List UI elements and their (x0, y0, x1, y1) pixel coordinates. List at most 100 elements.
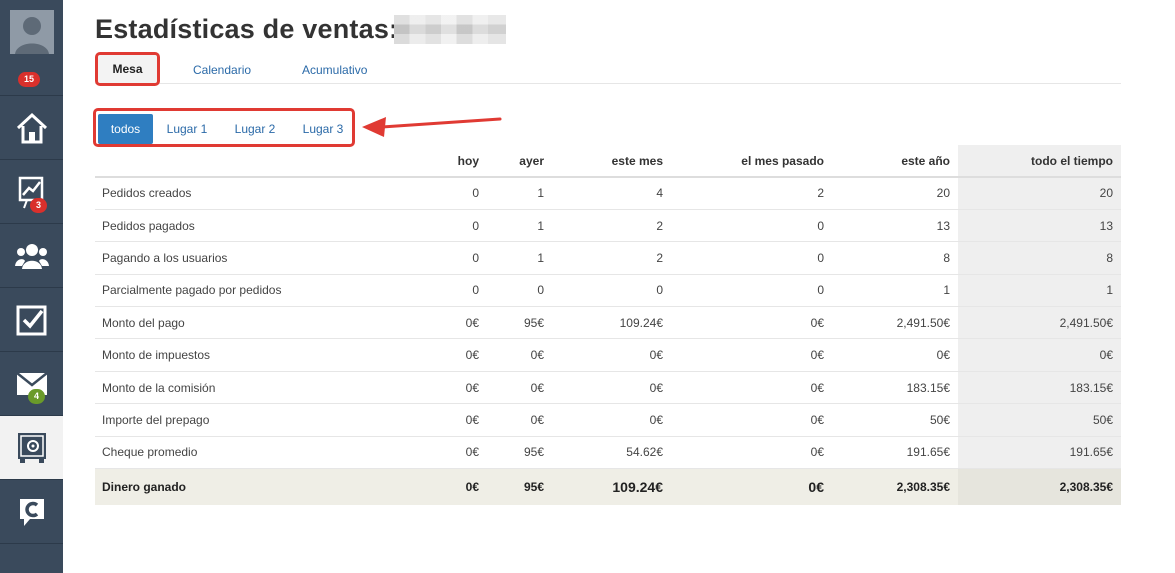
column-header (95, 145, 415, 178)
table-cell: 4 (552, 177, 671, 210)
table-cell: 0€ (415, 403, 487, 437)
table-row: Monto de impuestos 0€ 0€ 0€ 0€ 0€ 0€ (95, 338, 1121, 372)
table-cell: 0€ (671, 468, 832, 505)
table-row: Importe del prepago 0€ 0€ 0€ 0€ 50€ 50€ (95, 403, 1121, 437)
notification-badge: 3 (30, 198, 48, 213)
table-cell: 0€ (958, 338, 1121, 372)
table-cell: 8 (958, 241, 1121, 275)
column-header-el-mes-pasado: el mes pasado (671, 145, 832, 178)
column-header-ayer: ayer (487, 145, 552, 178)
table-cell: 2 (552, 241, 671, 275)
table-cell: 0 (487, 274, 552, 308)
filter-lugar-2[interactable]: Lugar 2 (224, 114, 286, 144)
table-cell: 0€ (415, 371, 487, 405)
table-cell: 0€ (487, 403, 552, 437)
users-group-icon (14, 243, 49, 269)
table-row: Monto del pago 0€ 95€ 109.24€ 0€ 2,491.50€ 2,4… (95, 306, 1121, 340)
column-header-este-mes: este mes (552, 145, 671, 178)
table-cell: 13 (958, 209, 1121, 243)
tab-acumulativo[interactable]: Acumulativo (302, 63, 367, 77)
table-cell: 109.24€ (552, 306, 671, 340)
column-header-hoy: hoy (415, 145, 487, 178)
table-cell: 20 (832, 177, 958, 210)
table-cell: 0€ (552, 403, 671, 437)
sidebar-item-profile[interactable]: 15 (0, 0, 63, 96)
table-cell: 95€ (487, 306, 552, 340)
notification-badge: 4 (28, 389, 46, 404)
table-cell: 0 (671, 274, 832, 308)
table-cell: 0 (415, 241, 487, 275)
table-cell: 0 (671, 209, 832, 243)
table-cell: 1 (487, 177, 552, 210)
row-label: Parcialmente pagado por pedidos (95, 274, 415, 308)
table-header-row: hoy ayer este mes el mes pasado este año… (95, 145, 1121, 178)
table-cell: 0€ (415, 306, 487, 340)
table-cell: 0 (415, 209, 487, 243)
tab-calendario[interactable]: Calendario (193, 63, 251, 77)
table-cell: 0 (415, 177, 487, 210)
sidebar-item-messages[interactable]: 4 (0, 352, 63, 416)
checkbox-icon (16, 305, 46, 335)
sidebar-item-tasks[interactable] (0, 288, 63, 352)
table-cell: 2,491.50€ (958, 306, 1121, 340)
sidebar-item-users[interactable] (0, 224, 63, 288)
table-cell: 0€ (552, 371, 671, 405)
table-cell: 50€ (832, 403, 958, 437)
sales-stats-table: hoy ayer este mes el mes pasado este año… (95, 145, 1121, 505)
table-cell: 0€ (671, 436, 832, 470)
table-cell: 2 (552, 209, 671, 243)
chat-c-icon (19, 498, 44, 526)
safe-icon (17, 432, 46, 463)
table-cell: 0 (552, 274, 671, 308)
column-header-todo-el-tiempo: todo el tiempo (958, 145, 1121, 178)
table-cell: 109.24€ (552, 468, 671, 505)
sidebar-item-finance[interactable] (0, 416, 63, 480)
filter-lugar-1[interactable]: Lugar 1 (156, 114, 218, 144)
sidebar-item-chat[interactable] (0, 480, 63, 544)
row-label: Monto del pago (95, 306, 415, 340)
table-row: Pedidos creados 0 1 4 2 20 20 (95, 177, 1121, 210)
row-label: Monto de impuestos (95, 338, 415, 372)
tab-mesa[interactable]: Mesa (95, 52, 160, 86)
row-label: Pedidos pagados (95, 209, 415, 243)
table-cell: 2,491.50€ (832, 306, 958, 340)
filter-todos[interactable]: todos (98, 114, 153, 144)
table-row: Pagando a los usuarios 0 1 2 0 8 8 (95, 241, 1121, 275)
sidebar: 15 3 4 (0, 0, 63, 573)
table-cell: 191.65€ (958, 436, 1121, 470)
table-row: Pedidos pagados 0 1 2 0 13 13 (95, 209, 1121, 243)
row-label: Cheque promedio (95, 436, 415, 470)
redacted-store-name (394, 15, 506, 44)
table-row: Monto de la comisión 0€ 0€ 0€ 0€ 183.15€ 183.1… (95, 371, 1121, 405)
row-label: Monto de la comisión (95, 371, 415, 405)
table-cell: 20 (958, 177, 1121, 210)
table-cell: 50€ (958, 403, 1121, 437)
table-cell: 2,308.35€ (958, 468, 1121, 505)
user-avatar-icon (9, 10, 54, 54)
row-label: Pagando a los usuarios (95, 241, 415, 275)
table-cell: 8 (832, 241, 958, 275)
table-cell: 95€ (487, 468, 552, 505)
row-label: Pedidos creados (95, 177, 415, 210)
table-cell: 13 (832, 209, 958, 243)
table-cell: 1 (832, 274, 958, 308)
table-cell: 0€ (415, 436, 487, 470)
table-cell: 0€ (832, 338, 958, 372)
table-cell: 0€ (671, 338, 832, 372)
table-cell: 0€ (487, 338, 552, 372)
table-cell: 191.65€ (832, 436, 958, 470)
sidebar-item-statistics[interactable]: 3 (0, 160, 63, 224)
table-cell: 1 (487, 241, 552, 275)
table-cell: 0€ (415, 468, 487, 505)
annotation-arrow-icon (362, 117, 502, 137)
filter-lugar-3[interactable]: Lugar 3 (292, 114, 354, 144)
page-title: Estadísticas de ventas: (95, 14, 399, 44)
table-cell: 95€ (487, 436, 552, 470)
view-tabs: Mesa Calendario Acumulativo (95, 52, 1121, 86)
table-cell: 2,308.35€ (832, 468, 958, 505)
notification-badge: 15 (18, 72, 41, 87)
table-cell: 0€ (487, 371, 552, 405)
table-cell: 1 (958, 274, 1121, 308)
table-row: Cheque promedio 0€ 95€ 54.62€ 0€ 191.65€ 191.6… (95, 436, 1121, 470)
sidebar-item-home[interactable] (0, 96, 63, 160)
